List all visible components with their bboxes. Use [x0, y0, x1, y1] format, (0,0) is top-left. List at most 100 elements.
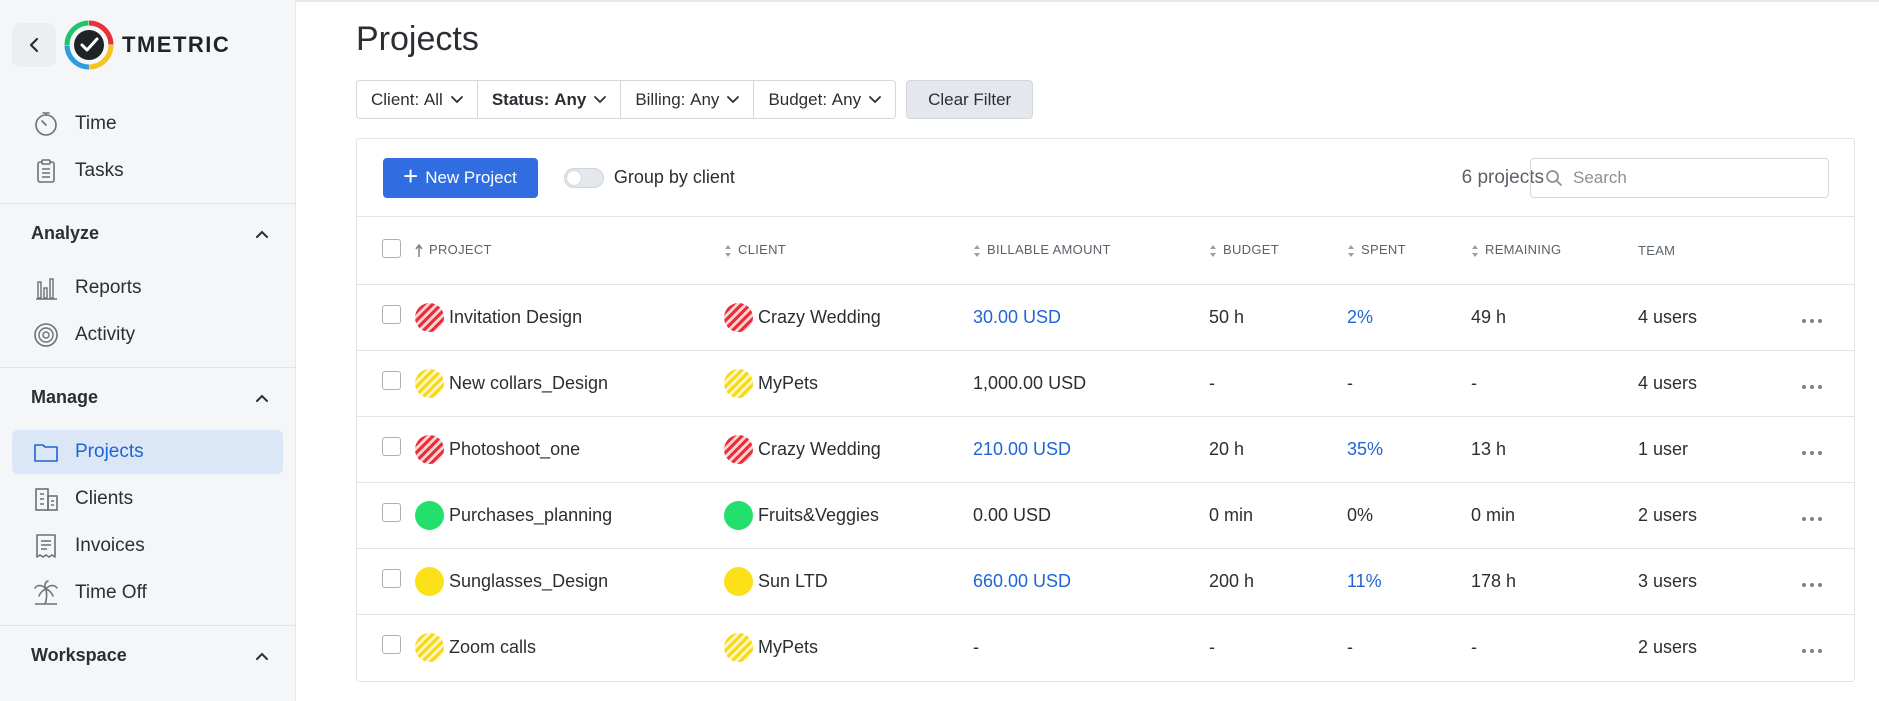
billable-amount[interactable]: 660.00 USD [973, 571, 1071, 591]
project-color-icon [415, 632, 444, 662]
more-actions-icon[interactable] [1802, 648, 1822, 653]
table-row[interactable]: Invitation Design Crazy Wedding 30.00 USD 5… [357, 284, 1854, 351]
table-row[interactable]: New collars_Design MyPets 1,000.00 USD - - - 4… [357, 350, 1854, 417]
client-name[interactable]: MyPets [758, 373, 818, 394]
section-analyze[interactable]: Analyze [0, 203, 295, 263]
top-divider [296, 0, 1879, 2]
billable-amount[interactable]: 30.00 USD [973, 307, 1061, 327]
more-actions-icon[interactable] [1802, 516, 1822, 521]
table-row[interactable]: Purchases_planning Fruits&Veggies 0.00 USD… [357, 482, 1854, 549]
nav-item-projects[interactable]: Projects [12, 430, 283, 474]
row-checkbox[interactable] [382, 569, 401, 588]
row-checkbox[interactable] [382, 437, 401, 456]
search-input[interactable] [1573, 167, 1803, 188]
nav-item-label: Activity [75, 324, 136, 345]
clear-filter-button[interactable]: Clear Filter [906, 80, 1034, 119]
nav-item-activity[interactable]: Activity [12, 313, 283, 357]
client-name[interactable]: MyPets [758, 637, 818, 658]
collapse-sidebar-button[interactable] [12, 23, 56, 67]
nav-item-time-off[interactable]: Time Off [12, 571, 283, 615]
more-actions-icon[interactable] [1802, 582, 1822, 587]
filter-value: All [423, 89, 443, 109]
row-checkbox[interactable] [382, 635, 401, 655]
nav-item-label: Time [75, 113, 117, 134]
client-color-icon [724, 632, 753, 662]
client-filter[interactable]: Client: All [356, 80, 478, 119]
project-name[interactable]: Zoom calls [449, 637, 536, 658]
remaining-value: 49 h [1471, 306, 1507, 327]
row-checkbox[interactable] [382, 305, 401, 324]
more-actions-icon[interactable] [1802, 318, 1822, 323]
client-color-icon [724, 302, 753, 332]
group-by-client-toggle[interactable] [563, 167, 604, 188]
table-row[interactable]: Zoom calls MyPets - - - - 2 users [357, 614, 1854, 680]
row-checkbox[interactable] [382, 371, 401, 390]
logo[interactable]: TMETRIC [64, 20, 230, 70]
sort-icon [974, 245, 980, 258]
filter-prefix: Status: [491, 89, 550, 109]
nav-item-tasks[interactable]: Tasks [12, 149, 283, 193]
client-name[interactable]: Fruits&Veggies [758, 505, 879, 526]
nav-item-label: Invoices [75, 535, 145, 556]
project-name[interactable]: Purchases_planning [449, 505, 612, 526]
billable-amount: - [973, 636, 979, 657]
chevron-up-icon [256, 652, 268, 660]
nav-item-label: Time Off [75, 582, 147, 603]
group-by-client-label: Group by client [613, 167, 735, 187]
select-all-checkbox[interactable] [382, 239, 401, 259]
client-name[interactable]: Sun LTD [758, 571, 828, 592]
remaining-value: - [1471, 636, 1477, 657]
page-title: Projects [356, 20, 479, 58]
filter-prefix: Budget: [768, 89, 828, 109]
budget-value: 50 h [1209, 306, 1245, 327]
budget-filter[interactable]: Budget: Any [753, 80, 897, 119]
nav-item-invoices[interactable]: Invoices [12, 524, 283, 568]
project-name[interactable]: Photoshoot_one [449, 439, 580, 460]
stopwatch-icon [31, 109, 61, 139]
column-budget[interactable]: BUDGET [1209, 217, 1347, 285]
sort-icon [1210, 245, 1216, 258]
nav-item-time[interactable]: Time [12, 102, 283, 146]
spent-value[interactable]: 11% [1347, 571, 1382, 591]
column-client[interactable]: CLIENT [724, 217, 973, 285]
client-name[interactable]: Crazy Wedding [758, 439, 881, 460]
spent-value[interactable]: 35% [1347, 439, 1383, 459]
column-actions [1788, 217, 1854, 285]
project-color-icon [415, 368, 444, 398]
spent-value[interactable]: 2% [1347, 307, 1373, 327]
palm-tree-icon [31, 578, 61, 608]
column-remaining[interactable]: REMAINING [1471, 217, 1638, 285]
nav-item-label: Tasks [75, 160, 124, 181]
project-name[interactable]: Sunglasses_Design [449, 571, 608, 592]
more-actions-icon[interactable] [1802, 384, 1822, 389]
chevron-up-icon [256, 230, 268, 238]
nav-item-clients[interactable]: Clients [12, 477, 283, 521]
more-actions-icon[interactable] [1802, 450, 1822, 455]
billing-filter[interactable]: Billing: Any [620, 80, 755, 119]
search-box[interactable] [1530, 157, 1829, 198]
row-checkbox[interactable] [382, 503, 401, 522]
tmetric-logo-icon [64, 20, 114, 70]
project-name[interactable]: Invitation Design [449, 307, 582, 328]
remaining-value: 178 h [1471, 570, 1517, 591]
column-project[interactable]: PROJECT [415, 217, 724, 285]
section-title: Analyze [31, 223, 100, 243]
new-project-button[interactable]: + New Project [383, 157, 538, 198]
table-row[interactable]: Sunglasses_Design Sun LTD 660.00 USD 200 h 1… [357, 548, 1854, 615]
project-name[interactable]: New collars_Design [449, 373, 608, 394]
nav-item-reports[interactable]: Reports [12, 266, 283, 310]
section-workspace[interactable]: Workspace [0, 625, 295, 685]
clipboard-icon [31, 156, 61, 186]
section-manage[interactable]: Manage [0, 367, 295, 427]
column-billable-amount[interactable]: BILLABLE AMOUNT [973, 217, 1209, 285]
sort-icon [1472, 245, 1478, 258]
status-filter[interactable]: Status: Any [476, 80, 622, 119]
sort-ascending-icon [415, 244, 423, 258]
table-row[interactable]: Photoshoot_one Crazy Wedding 210.00 USD 20 … [357, 416, 1854, 483]
spent-value: 0% [1347, 504, 1374, 525]
client-name[interactable]: Crazy Wedding [758, 307, 881, 328]
column-spent[interactable]: SPENT [1347, 217, 1471, 285]
team-value: 3 users [1638, 570, 1698, 591]
team-value: 4 users [1638, 306, 1698, 327]
billable-amount[interactable]: 210.00 USD [973, 439, 1071, 459]
